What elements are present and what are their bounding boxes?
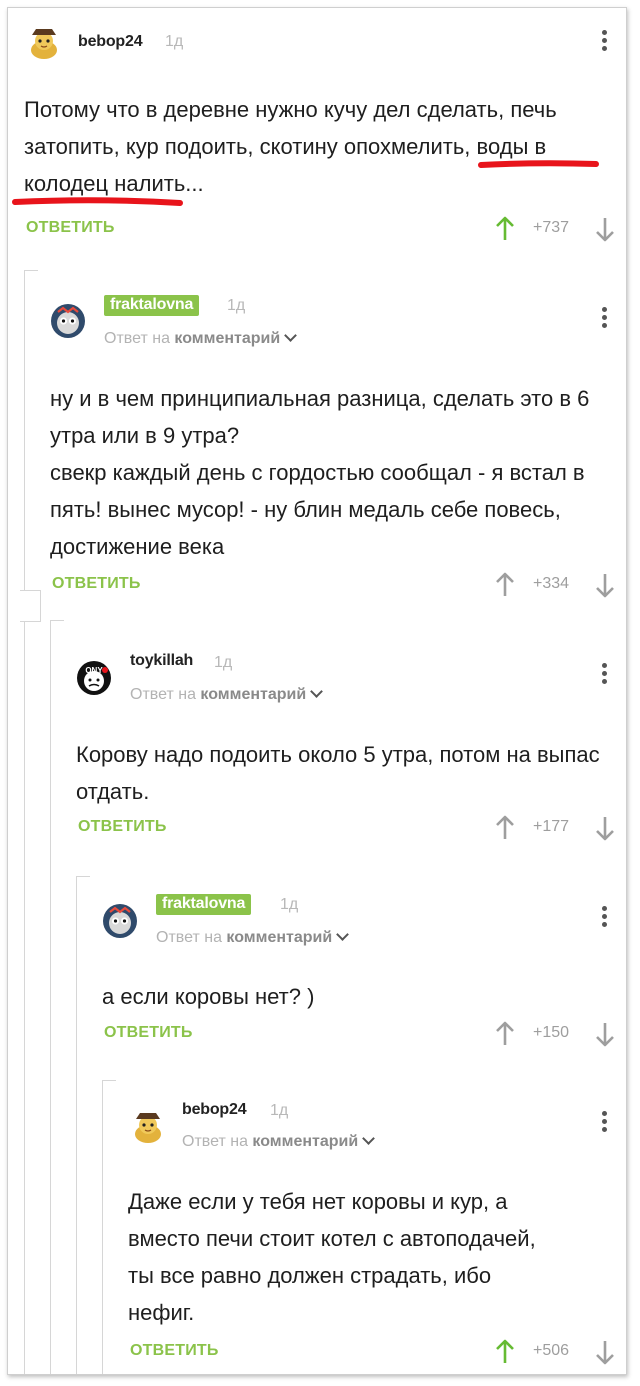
thread-branch [50,620,64,621]
owl-avatar[interactable] [102,903,138,939]
reply-to-info[interactable]: Ответ на комментарий [130,685,324,704]
comment-time: 1д [227,297,246,314]
chevron-down-icon[interactable] [362,1132,376,1145]
comment-username[interactable]: bebop24 [182,1101,247,1119]
thread-line[interactable] [50,620,51,1374]
more-options-icon[interactable] [602,30,608,54]
owl-avatar[interactable] [50,303,86,339]
collapse-thread-button[interactable] [20,590,41,622]
reply-to-info[interactable]: Ответ на комментарий [182,1132,376,1151]
upvote-icon[interactable] [495,572,515,598]
downvote-icon[interactable] [595,1339,615,1365]
comment-time: 1д [214,654,233,671]
chevron-down-icon[interactable] [336,928,350,941]
upvote-icon[interactable] [495,1021,515,1047]
comment-score: +737 [533,219,570,236]
upvote-icon[interactable] [495,216,515,242]
downvote-icon[interactable] [595,815,615,841]
reply-to-prefix: Ответ на [182,1133,248,1150]
thread-line[interactable] [102,1080,103,1374]
upvote-icon[interactable] [495,815,515,841]
reply-button[interactable]: ОТВЕТИТЬ [26,219,115,237]
reply-to-prefix: Ответ на [104,330,170,347]
reply-to-target: комментарий [174,330,281,347]
comment-text: Даже если у тебя нет коровы и кур, а вме… [128,1189,536,1325]
svg-text:ONY: ONY [85,666,103,675]
comment-thread: bebop24 1д Потому что в деревне нужно ку… [7,7,627,1375]
thread-branch [76,876,90,877]
thread-branch [102,1080,116,1081]
reply-button[interactable]: ОТВЕТИТЬ [104,1024,193,1042]
cat-pirate-avatar[interactable] [130,1108,166,1144]
ony-avatar[interactable]: ONY [76,660,112,696]
cat-pirate-avatar[interactable] [26,24,62,60]
comment-username[interactable]: fraktalovna [156,894,252,915]
reply-button[interactable]: ОТВЕТИТЬ [52,575,141,593]
downvote-icon[interactable] [595,216,615,242]
reply-to-target: комментарий [226,929,333,946]
comment-score: +150 [533,1024,570,1041]
downvote-icon[interactable] [595,1021,615,1047]
comment-text: Корову надо подоить около 5 утра, потом … [76,742,600,804]
reply-to-prefix: Ответ на [130,686,196,703]
comment-time: 1д [165,33,184,50]
comment-username[interactable]: bebop24 [78,33,143,51]
red-underline-mark [12,197,183,206]
comment-username[interactable]: toykillah [130,652,193,670]
comment-username[interactable]: fraktalovna [104,295,200,316]
upvote-icon[interactable] [495,1339,515,1365]
reply-to-info[interactable]: Ответ на комментарий [156,928,350,947]
comment-score: +334 [533,575,570,592]
reply-to-prefix: Ответ на [156,929,222,946]
reply-to-target: комментарий [252,1133,359,1150]
comment-score: +177 [533,818,570,835]
comment-time: 1д [280,896,299,913]
more-options-icon[interactable] [602,1111,608,1135]
comment-score: +506 [533,1342,570,1359]
thread-line[interactable] [76,876,77,1374]
comment-text: а если коровы нет? ) [102,984,315,1009]
more-options-icon[interactable] [602,663,608,687]
reply-to-info[interactable]: Ответ на комментарий [104,329,298,348]
reply-button[interactable]: ОТВЕТИТЬ [130,1342,219,1360]
more-options-icon[interactable] [602,307,608,331]
reply-to-target: комментарий [200,686,307,703]
downvote-icon[interactable] [595,572,615,598]
reply-button[interactable]: ОТВЕТИТЬ [78,818,167,836]
thread-line[interactable] [24,270,25,1374]
comment-text: Потому что в деревне нужно кучу дел сдел… [24,97,557,196]
thread-branch [24,270,38,271]
more-options-icon[interactable] [602,906,608,930]
comment-text: ну и в чем принципиальная разница, сдела… [50,386,590,559]
comment-time: 1д [270,1102,289,1119]
chevron-down-icon[interactable] [310,685,324,698]
chevron-down-icon[interactable] [284,329,298,342]
red-underline-mark [478,160,599,168]
